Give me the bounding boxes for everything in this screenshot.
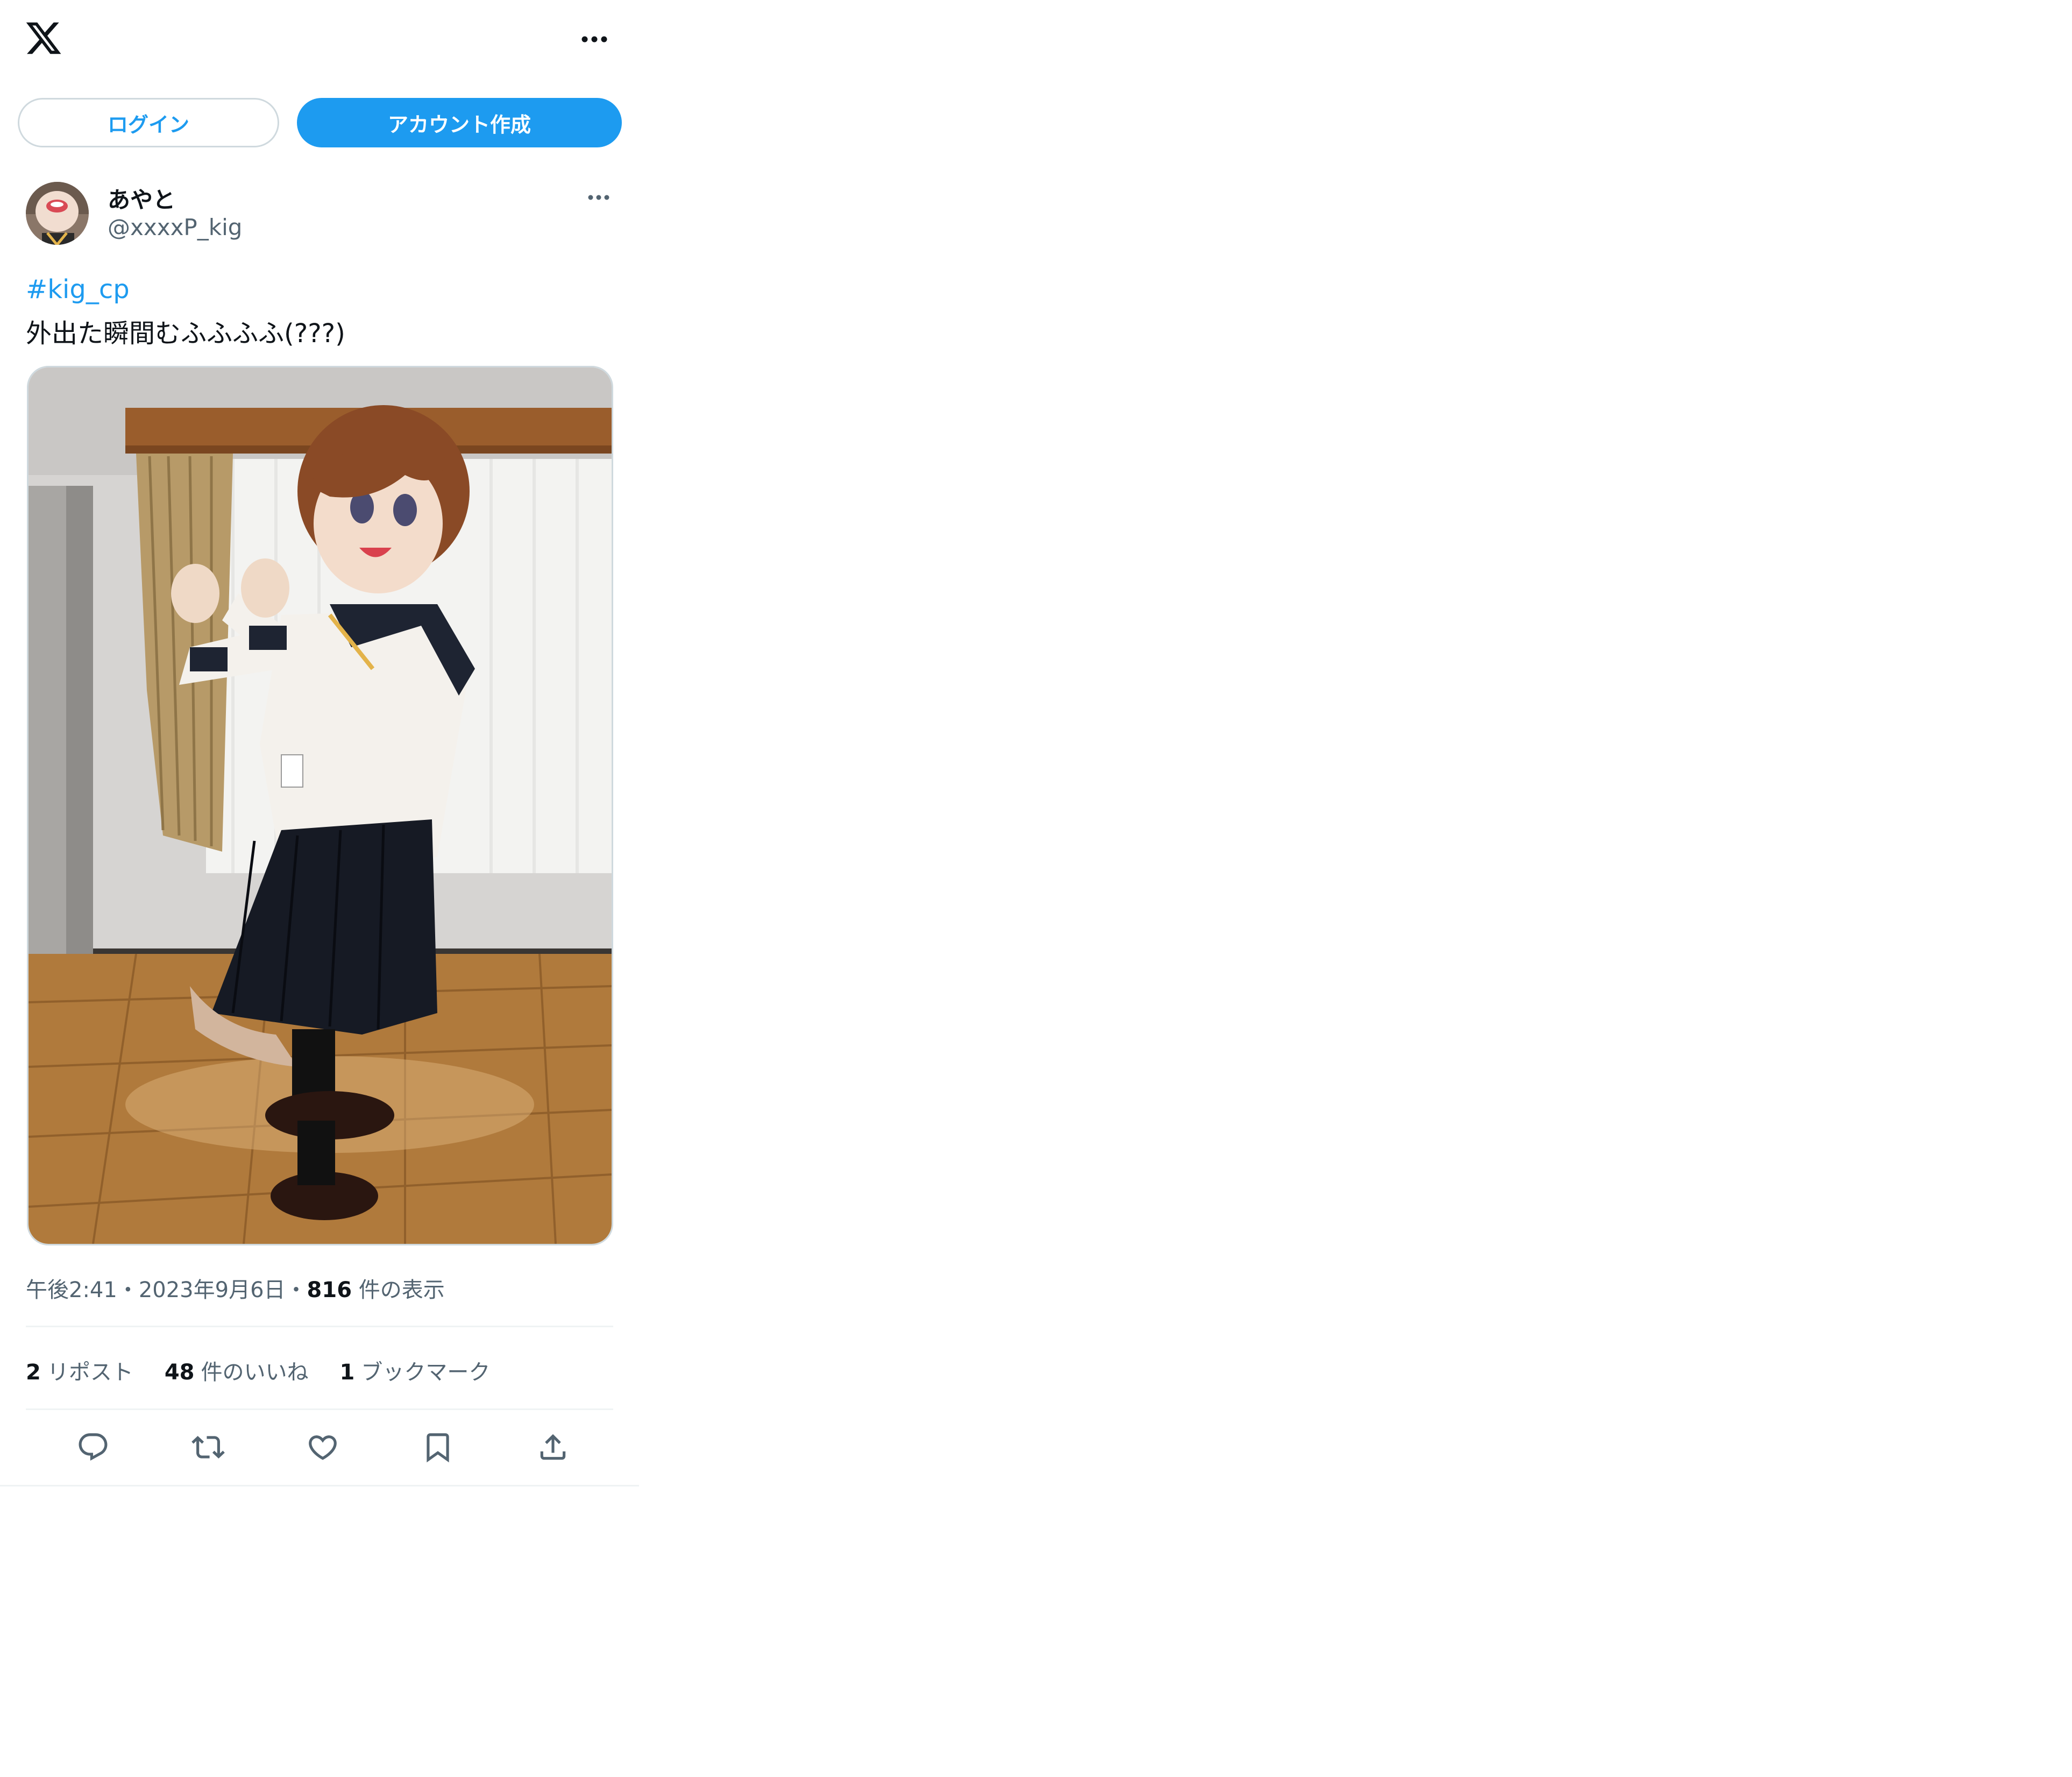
login-button[interactable]: ログイン xyxy=(18,98,279,147)
share-icon[interactable] xyxy=(529,1423,577,1471)
reply-icon[interactable] xyxy=(69,1423,117,1471)
reposts-count: 2 xyxy=(26,1360,41,1385)
meta-separator: ・ xyxy=(285,1278,307,1302)
views-label: 件の表示 xyxy=(358,1278,445,1302)
hashtag-link[interactable]: #kig_cp xyxy=(26,274,130,305)
tweet-stats: 2 リポスト 48 件のいいね 1 ブックマーク xyxy=(26,1355,490,1386)
author-display-name[interactable]: あやと xyxy=(108,182,175,215)
meta-separator: ・ xyxy=(117,1278,139,1302)
views-count: 816 xyxy=(307,1278,352,1302)
tweet-column: ログイン アカウント作成 あやと @xxxxP_kig #kig_cp 外出た瞬… xyxy=(0,0,639,1486)
tweet-meta: 午後2:41・2023年9月6日・816 件の表示 xyxy=(26,1272,445,1304)
tweet-photo[interactable] xyxy=(27,366,613,1245)
bookmarks-label: ブックマーク xyxy=(361,1360,491,1385)
bookmark-icon[interactable] xyxy=(414,1423,462,1471)
tweet-date[interactable]: 2023年9月6日 xyxy=(139,1278,286,1302)
tweet-time[interactable]: 午後2:41 xyxy=(26,1278,117,1302)
reposts-label: リポスト xyxy=(47,1360,133,1385)
likes-label: 件のいいね xyxy=(201,1360,309,1385)
bookmarks-stat: 1 ブックマーク xyxy=(340,1355,491,1386)
bookmarks-count: 1 xyxy=(339,1360,355,1385)
tweet-text: 外出た瞬間むふふふふ(???) xyxy=(26,318,345,349)
signup-button[interactable]: アカウント作成 xyxy=(297,98,622,147)
repost-icon[interactable] xyxy=(184,1423,232,1471)
likes-stat[interactable]: 48 件のいいね xyxy=(165,1355,309,1386)
reposts-stat[interactable]: 2 リポスト xyxy=(26,1355,133,1386)
tweet-more-icon[interactable] xyxy=(583,186,615,209)
tweet-actions xyxy=(26,1423,613,1471)
like-icon[interactable] xyxy=(299,1423,347,1471)
likes-count: 48 xyxy=(164,1360,195,1385)
avatar[interactable] xyxy=(26,182,89,245)
author-handle[interactable]: @xxxxP_kig xyxy=(108,214,242,240)
app: ログイン アカウント作成 あやと @xxxxP_kig #kig_cp 外出た瞬… xyxy=(0,0,2072,1777)
divider xyxy=(26,1408,613,1410)
x-logo-icon[interactable] xyxy=(24,19,63,58)
divider xyxy=(26,1326,613,1327)
more-horizontal-icon[interactable] xyxy=(576,24,613,54)
